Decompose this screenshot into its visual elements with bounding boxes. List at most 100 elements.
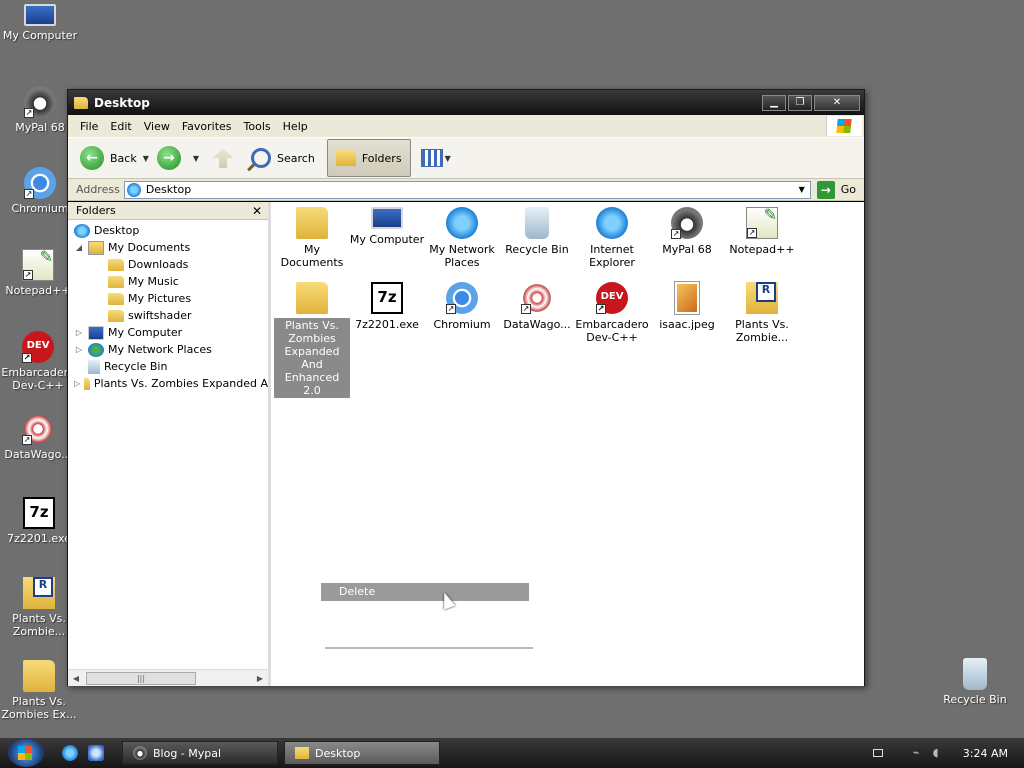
desktop-icon-datawagon[interactable]: ↗ DataWago... [0, 413, 76, 461]
shortcut-arrow-icon: ↗ [521, 304, 531, 314]
go-button[interactable]: → Go [811, 180, 864, 199]
file-item-label: Recycle Bin [505, 243, 569, 256]
file-item-label: Chromium [433, 318, 491, 331]
shortcut-arrow-icon: ↗ [596, 304, 606, 314]
file-item-devcpp[interactable]: DEV ↗ Embarcadero Dev-C++ [574, 282, 650, 344]
search-button[interactable]: Search [247, 141, 319, 175]
tree-node-my-documents[interactable]: ◢ My Documents [68, 239, 268, 256]
file-item-pvz[interactable]: Plants Vs. Zombie... [724, 282, 800, 344]
devcpp-icon: DEV ↗ [22, 331, 54, 363]
desktop-icon-pvz-folder[interactable]: Plants Vs. Zombies Ex... [1, 660, 77, 721]
file-item-internet-explorer[interactable]: Internet Explorer [574, 207, 650, 269]
expand-icon[interactable]: ▷ [74, 379, 80, 388]
scroll-right-icon[interactable]: ▶ [252, 674, 268, 683]
close-button[interactable]: ✕ [814, 94, 860, 111]
show-desktop-icon[interactable] [88, 745, 104, 761]
desktop-icon-label: Plants Vs. Zombie... [12, 612, 66, 638]
back-button[interactable]: ← Back ▼ [76, 141, 153, 175]
tree-node-my-music[interactable]: My Music [68, 273, 268, 290]
desktop-icon-recycle-bin[interactable]: Recycle Bin [937, 658, 1013, 706]
tree-node-my-pictures[interactable]: My Pictures [68, 290, 268, 307]
task-label: Blog - Mypal [153, 746, 222, 760]
file-item-label: Plants Vs. Zombie... [735, 318, 789, 344]
expand-icon[interactable]: ▷ [74, 345, 84, 354]
chevron-down-icon[interactable]: ▼ [445, 154, 451, 163]
chevron-down-icon[interactable]: ▼ [193, 154, 199, 163]
internet-explorer-icon[interactable] [62, 745, 78, 761]
file-item-recycle-bin[interactable]: Recycle Bin [499, 207, 575, 256]
tree-node-label: Plants Vs. Zombies Expanded A [93, 377, 268, 390]
title-bar[interactable]: Desktop ▁ ❐ ✕ [68, 90, 864, 115]
file-item-datawagon[interactable]: ↗ DataWago... [499, 282, 575, 331]
task-desktop[interactable]: Desktop [284, 741, 440, 765]
tree-node-desktop[interactable]: Desktop [68, 222, 268, 239]
computer-icon [24, 4, 56, 26]
chevron-down-icon[interactable]: ▼ [794, 182, 810, 198]
windows-logo [826, 116, 862, 136]
address-label: Address [76, 183, 120, 196]
shortcut-arrow-icon: ↗ [22, 435, 32, 445]
volume-icon[interactable]: ◖ [933, 746, 947, 760]
desktop-icon-devcpp[interactable]: DEV ↗ Embarcadero Dev-C++ [0, 331, 76, 392]
file-item-label: MyPal 68 [662, 243, 712, 256]
maximize-button[interactable]: ❐ [788, 94, 812, 111]
back-label: Back [110, 151, 137, 165]
desktop-icon-notepad[interactable]: ↗ Notepad++ [0, 249, 76, 297]
clock[interactable]: 3:24 AM [963, 747, 1008, 760]
file-item-my-documents[interactable]: My Documents [274, 207, 350, 269]
file-item-chromium[interactable]: ↗ Chromium [424, 282, 500, 331]
address-value: Desktop [145, 183, 192, 196]
menu-edit[interactable]: Edit [104, 120, 137, 133]
folders-button[interactable]: Folders [326, 139, 411, 177]
close-icon[interactable]: ✕ [252, 204, 262, 218]
devcpp-icon: DEV ↗ [596, 282, 628, 314]
menu-help[interactable]: Help [277, 120, 314, 133]
tree-node-my-computer[interactable]: ▷ My Computer [68, 324, 268, 341]
datawagon-icon: ↗ [521, 282, 553, 314]
expand-icon[interactable]: ▷ [74, 328, 84, 337]
collapse-icon[interactable]: ◢ [74, 243, 84, 252]
file-item-my-computer[interactable]: My Computer [349, 207, 425, 246]
file-item-notepad[interactable]: ↗ Notepad++ [724, 207, 800, 256]
tree-node-network-places[interactable]: ▷ My Network Places [68, 341, 268, 358]
context-menu-bottom-edge [325, 647, 533, 649]
context-menu-delete[interactable]: Delete [321, 583, 529, 601]
file-item-mypal[interactable]: ↗ MyPal 68 [649, 207, 725, 256]
shortcut-arrow-icon: ↗ [22, 353, 32, 363]
folder-tree: Desktop ◢ My Documents Downloads My Musi… [68, 220, 268, 665]
up-button[interactable] [203, 141, 247, 175]
file-item-network-places[interactable]: My Network Places [424, 207, 500, 269]
file-item-pvz-folder[interactable]: Plants Vs. Zombies Expanded And Enhanced… [274, 282, 350, 398]
chevron-down-icon[interactable]: ▼ [143, 154, 149, 163]
tree-node-swiftshader[interactable]: swiftshader [68, 307, 268, 324]
desktop-icon-7z[interactable]: 7z 7z2201.exe [1, 497, 77, 545]
views-button[interactable]: ▼ [417, 141, 455, 175]
horizontal-scrollbar[interactable]: ◀ ||| ▶ [68, 669, 268, 686]
forward-button[interactable]: → ▼ [153, 141, 203, 175]
tree-node-recycle-bin[interactable]: Recycle Bin [68, 358, 268, 375]
desktop-icon-my-computer[interactable]: My Computer [2, 4, 78, 42]
minimize-button[interactable]: ▁ [762, 94, 786, 111]
start-button[interactable] [8, 739, 44, 767]
tree-node-downloads[interactable]: Downloads [68, 256, 268, 273]
keyboard-icon[interactable] [872, 749, 883, 757]
menu-tools[interactable]: Tools [238, 120, 277, 133]
file-item-label: My Documents [280, 243, 344, 269]
menu-view[interactable]: View [138, 120, 176, 133]
shortcut-arrow-icon: ↗ [747, 228, 757, 238]
internet-explorer-icon [596, 207, 628, 239]
desktop-icon-pvz[interactable]: Plants Vs. Zombie... [1, 577, 77, 638]
tree-node-pvz[interactable]: ▷ Plants Vs. Zombies Expanded A [68, 375, 268, 392]
network-icon[interactable]: ⌁ [913, 746, 927, 760]
scroll-thumb[interactable]: ||| [86, 671, 196, 685]
task-label: Desktop [315, 746, 361, 760]
address-input[interactable]: Desktop ▼ [123, 180, 811, 199]
file-item-7z[interactable]: 7z 7z2201.exe [349, 282, 425, 331]
menu-favorites[interactable]: Favorites [176, 120, 238, 133]
shortcut-arrow-icon: ↗ [24, 189, 34, 199]
task-blog-mypal[interactable]: Blog - Mypal [122, 741, 278, 765]
raccoon-icon [133, 746, 147, 760]
scroll-left-icon[interactable]: ◀ [68, 674, 84, 683]
menu-file[interactable]: File [74, 120, 104, 133]
file-item-isaac-jpeg[interactable]: isaac.jpeg [649, 281, 725, 331]
